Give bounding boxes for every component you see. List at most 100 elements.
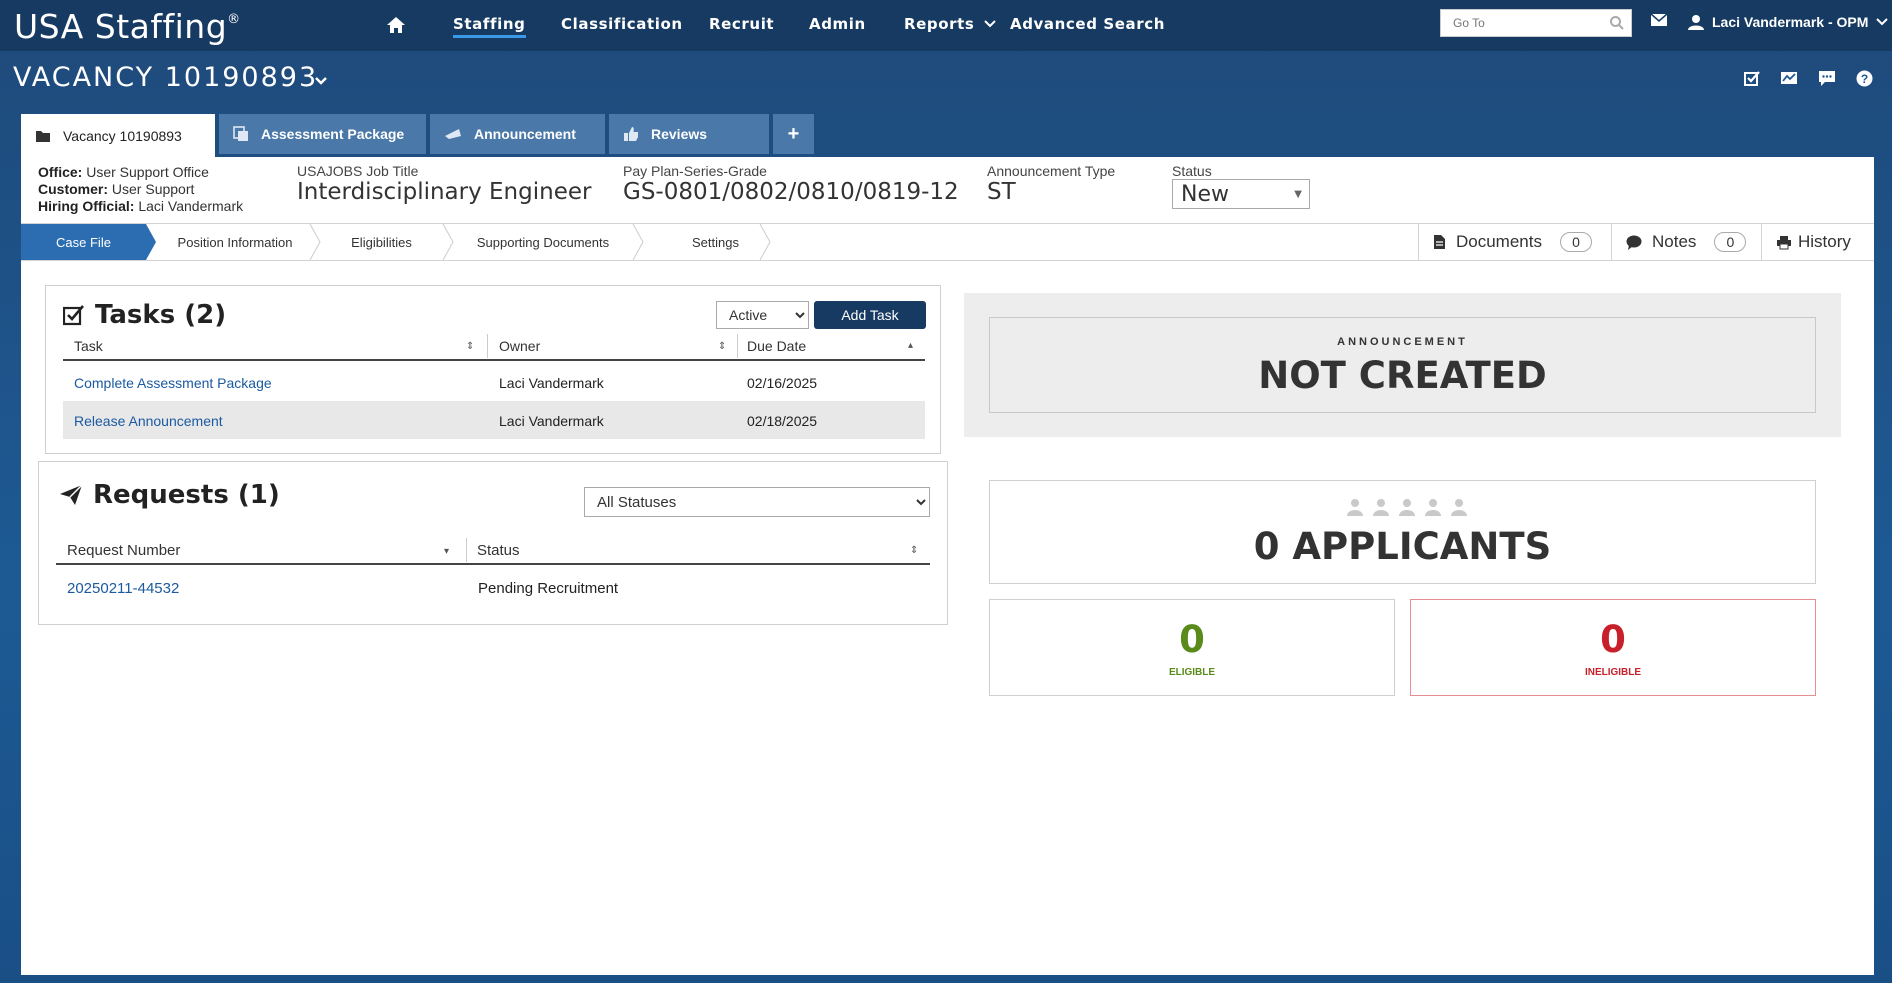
home-icon[interactable] — [386, 15, 406, 35]
request-number-link[interactable]: 20250211-44532 — [67, 580, 179, 597]
tasks-checkbox-icon[interactable] — [1744, 70, 1761, 87]
sort-desc-icon[interactable]: ▾ — [444, 546, 449, 557]
nav-reports[interactable]: Reports — [904, 15, 997, 33]
tab-announcement[interactable]: Announcement — [430, 114, 605, 154]
nav-staffing[interactable]: Staffing — [453, 15, 526, 38]
applicants-total: 0 APPLICANTS — [1253, 525, 1552, 568]
hiring-label: Hiring Official: — [38, 198, 135, 214]
tasks-header-underline — [63, 359, 925, 361]
requests-panel: Requests (1) All Statuses Request Number… — [38, 461, 948, 625]
documents-label: Documents — [1456, 232, 1542, 251]
megaphone-icon — [445, 129, 461, 139]
tasks-panel: Tasks (2) Active Add Task Task ⇕ Owner ⇕… — [45, 285, 941, 454]
notes-button[interactable]: Notes 0 — [1611, 224, 1759, 260]
request-status: Pending Recruitment — [478, 580, 619, 597]
tab-reviews-label: Reviews — [651, 126, 708, 142]
task-link[interactable]: Complete Assessment Package — [74, 375, 272, 391]
notes-count-badge: 0 — [1714, 232, 1747, 252]
owner-column-header[interactable]: Owner — [499, 338, 540, 354]
column-divider — [737, 334, 738, 358]
user-menu[interactable]: Laci Vandermark - OPM — [1688, 14, 1889, 30]
task-owner: Laci Vandermark — [499, 375, 604, 391]
add-tab-button[interactable]: + — [773, 114, 814, 154]
tab-assessment-package[interactable]: Assessment Package — [219, 114, 426, 154]
goto-search-input[interactable] — [1441, 10, 1601, 36]
crumb-position-information[interactable]: Position Information — [161, 224, 309, 260]
person-icon — [1373, 499, 1389, 516]
eligible-count: 0 — [1179, 618, 1205, 661]
task-owner: Laci Vandermark — [499, 413, 604, 429]
task-due-date: 02/16/2025 — [747, 375, 818, 391]
vacancy-meta: Office: User Support Office Customer: Us… — [38, 164, 243, 215]
announcement-label: ANNOUNCEMENT — [1337, 336, 1468, 348]
vacancy-panel: Office: User Support Office Customer: Us… — [21, 157, 1874, 975]
history-button[interactable]: History — [1761, 224, 1874, 260]
thumbs-up-icon — [624, 127, 638, 141]
printer-icon — [1777, 235, 1791, 249]
sort-icon[interactable]: ⇕ — [466, 341, 474, 352]
hiring-value: Laci Vandermark — [138, 198, 244, 214]
status-value: New — [1181, 181, 1229, 207]
paper-plane-icon — [60, 484, 83, 505]
tab-reviews[interactable]: Reviews — [609, 114, 769, 154]
search-icon[interactable] — [1609, 15, 1625, 31]
crumb-case-file[interactable]: Case File — [21, 224, 146, 260]
crumb-eligibilities[interactable]: Eligibilities — [321, 224, 442, 260]
folder-icon — [36, 130, 50, 142]
crumb-separator — [632, 224, 644, 260]
registered-mark: ® — [227, 12, 241, 27]
status-select[interactable]: New ▼ — [1172, 179, 1310, 209]
applicants-card[interactable]: 0 APPLICANTS — [989, 480, 1816, 584]
chevron-down-icon — [1876, 18, 1889, 26]
requests-header-underline — [56, 563, 930, 565]
request-status-filter[interactable]: All Statuses — [584, 487, 930, 517]
svg-text:?: ? — [1861, 72, 1868, 86]
task-status-filter[interactable]: Active — [716, 301, 809, 329]
add-task-button[interactable]: Add Task — [814, 301, 926, 329]
documents-button[interactable]: Documents 0 — [1418, 224, 1613, 260]
notes-label: Notes — [1652, 232, 1697, 251]
task-due-date: 02/18/2025 — [747, 413, 818, 429]
nav-classification[interactable]: Classification — [561, 15, 683, 33]
vacancy-title: VACANCY 10190893 — [13, 62, 319, 93]
people-icons — [1346, 498, 1468, 516]
mail-icon[interactable] — [1650, 13, 1668, 27]
tasks-title-text: Tasks (2) — [95, 300, 227, 330]
status-caption: Status — [1172, 163, 1212, 179]
requests-title: Requests (1) — [59, 480, 280, 510]
ineligible-card[interactable]: 0 INELIGIBLE — [1410, 599, 1816, 696]
tasks-title: Tasks (2) — [63, 300, 226, 330]
nav-advanced-search[interactable]: Advanced Search — [1010, 15, 1165, 33]
crumb-supporting-documents[interactable]: Supporting Documents — [454, 224, 632, 260]
dashboard-icon[interactable] — [1780, 70, 1798, 86]
chevron-down-icon[interactable] — [314, 76, 328, 86]
sort-icon[interactable]: ⇕ — [910, 545, 918, 556]
request-status-column-header[interactable]: Status — [477, 542, 520, 559]
eligible-label: ELIGIBLE — [1168, 667, 1216, 678]
customer-row: Customer: User Support — [38, 181, 243, 198]
checkbox-icon — [63, 305, 84, 326]
nav-admin[interactable]: Admin — [809, 15, 866, 33]
help-icon[interactable]: ? — [1856, 70, 1873, 87]
due-date-column-header[interactable]: Due Date — [747, 338, 806, 354]
office-row: Office: User Support Office — [38, 164, 243, 181]
tab-vacancy-label: Vacancy 10190893 — [63, 127, 182, 144]
hiring-row: Hiring Official: Laci Vandermark — [38, 198, 243, 215]
requests-title-text: Requests (1) — [93, 480, 280, 510]
chat-icon[interactable] — [1818, 70, 1836, 87]
copy-icon — [233, 126, 248, 141]
sort-icon[interactable]: ⇕ — [718, 341, 726, 352]
tab-assessment-label: Assessment Package — [261, 126, 405, 142]
eligible-card[interactable]: 0 ELIGIBLE — [989, 599, 1395, 696]
app-logo[interactable]: USA Staffing® — [14, 7, 241, 46]
tab-vacancy[interactable]: Vacancy 10190893 — [21, 114, 215, 157]
sort-asc-icon[interactable]: ▴ — [908, 340, 913, 351]
chevron-down-icon — [984, 20, 997, 28]
request-number-column-header[interactable]: Request Number — [67, 542, 180, 559]
task-column-header[interactable]: Task — [74, 338, 103, 354]
task-link[interactable]: Release Announcement — [74, 413, 223, 429]
case-file-subnav: Case File Position Information Eligibili… — [21, 223, 1874, 261]
nav-recruit[interactable]: Recruit — [709, 15, 774, 33]
announcement-status-card[interactable]: ANNOUNCEMENT NOT CREATED — [989, 317, 1816, 413]
goto-search-box — [1440, 9, 1632, 37]
